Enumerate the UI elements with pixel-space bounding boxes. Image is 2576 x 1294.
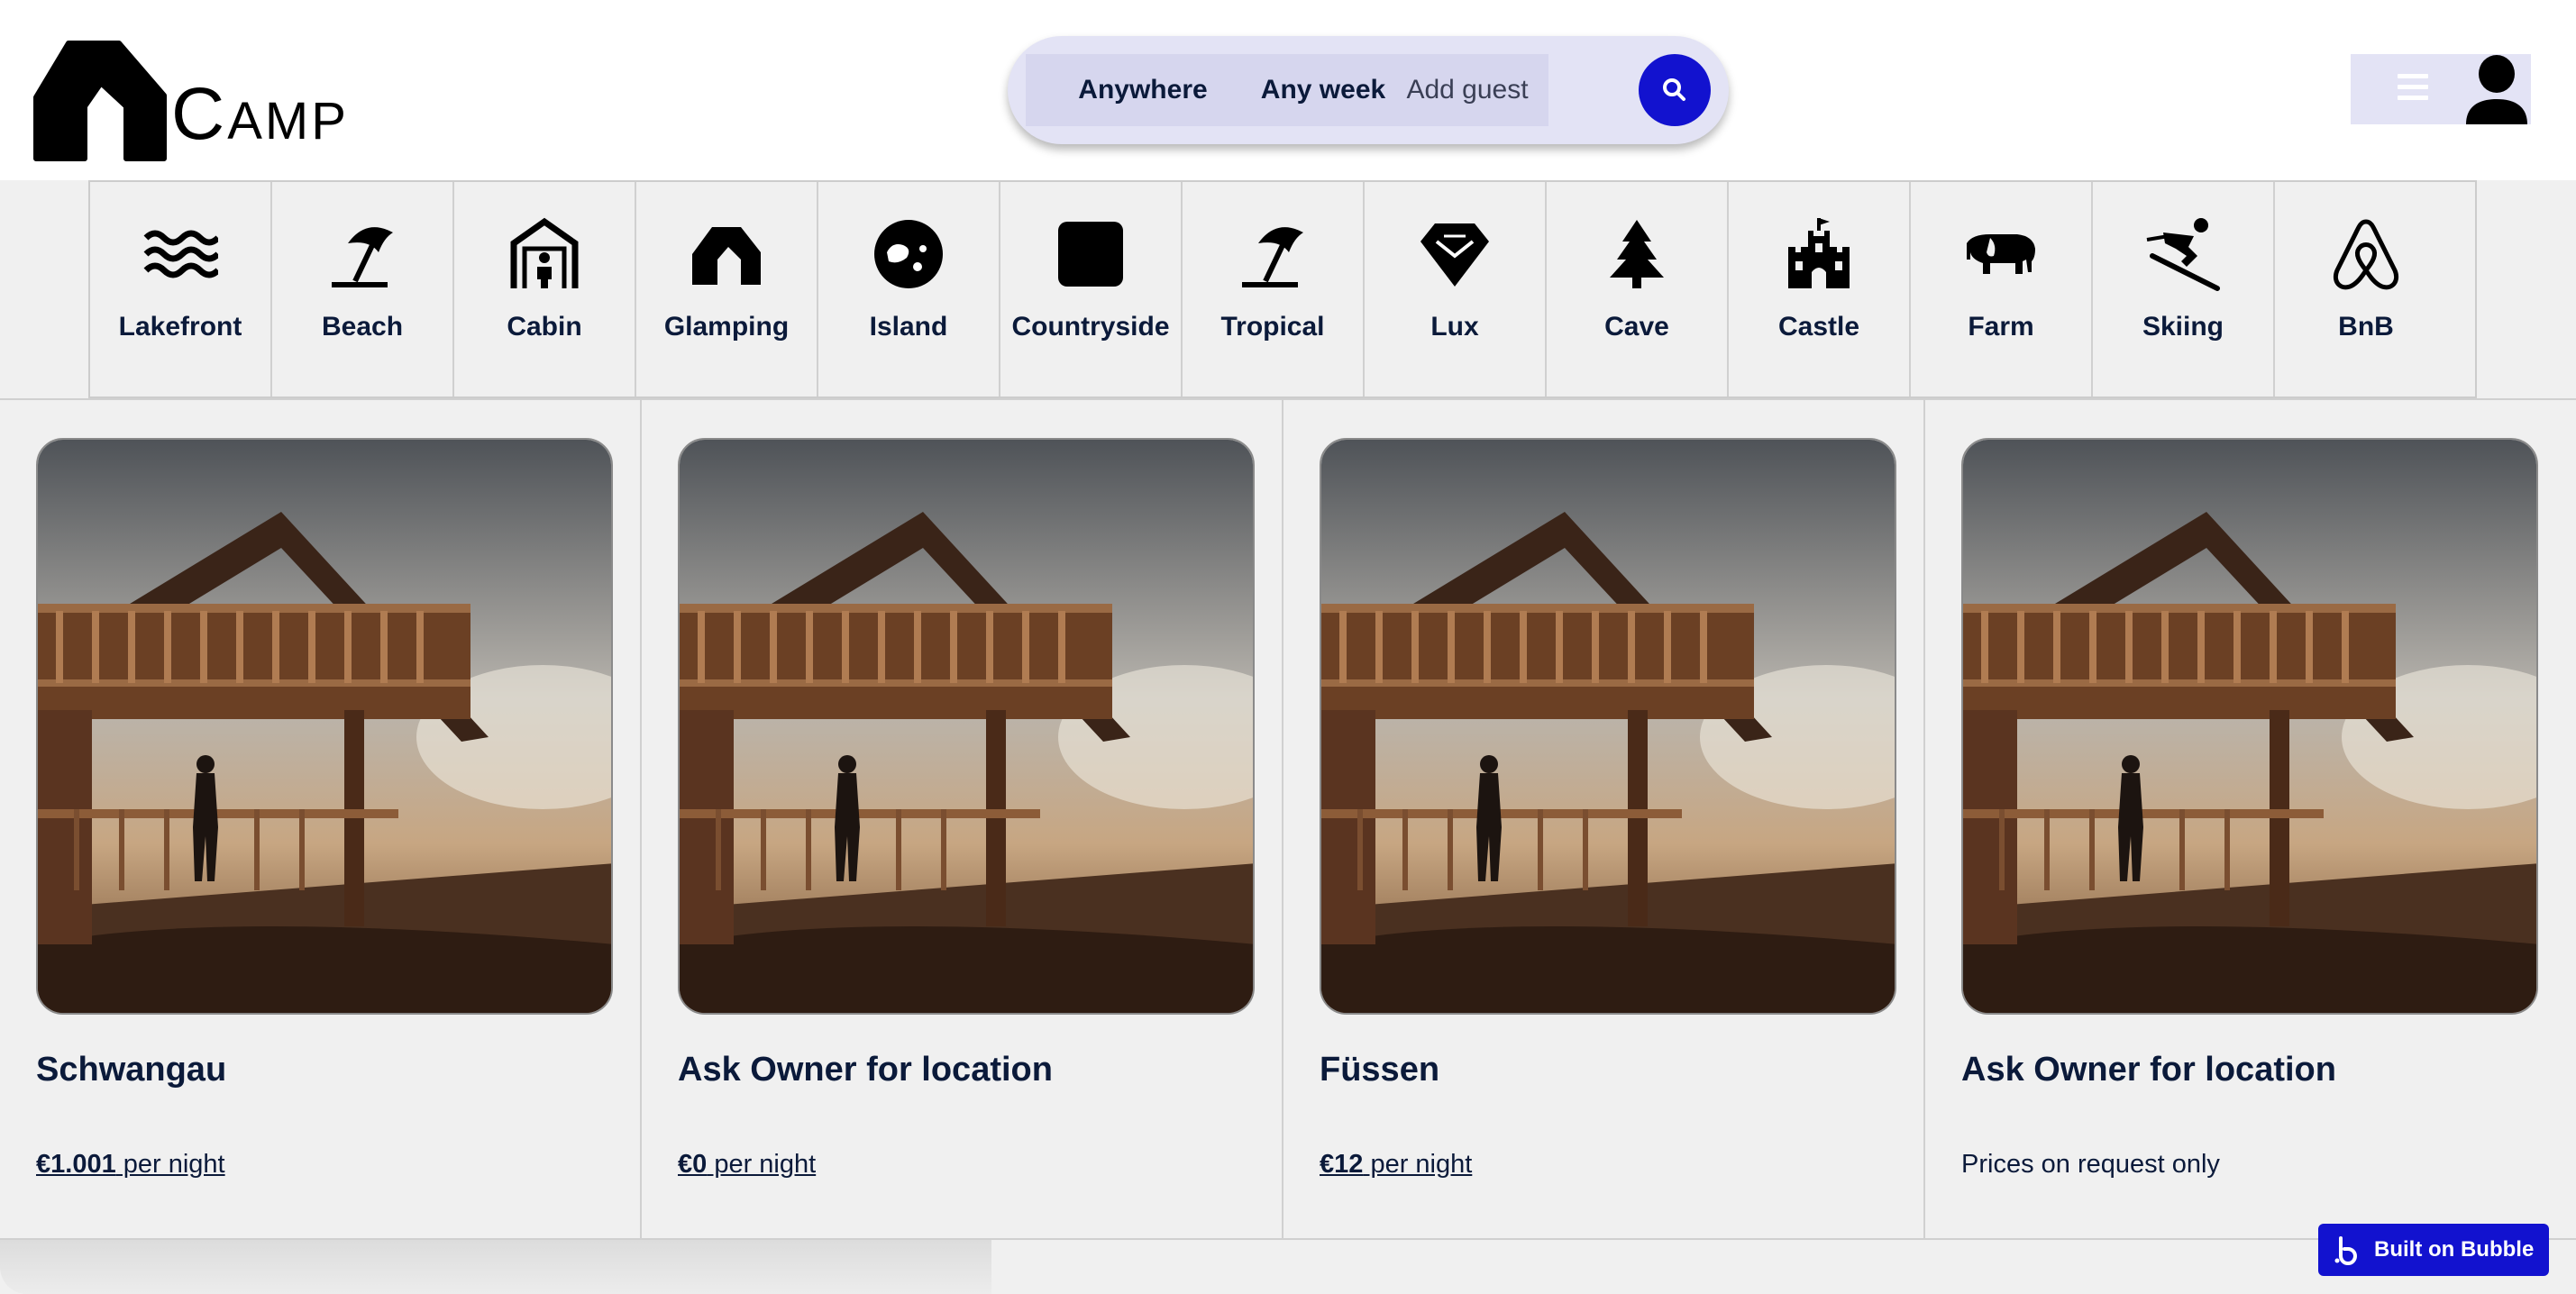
cabin-photo [1963, 440, 2536, 1013]
category-label: Countryside [1011, 312, 1170, 342]
listing-title: Füssen [1320, 1051, 1440, 1089]
header: CAMP Anywhere Any week Add guest [0, 0, 2576, 180]
logo-text: CAMP [171, 77, 349, 159]
listing-price-link[interactable]: €0 per night [678, 1150, 816, 1180]
logo-text-initial: C [171, 73, 228, 155]
listing-card[interactable]: Ask Owner for location Prices on request… [1925, 400, 2576, 1238]
category-label: Farm [1968, 312, 2034, 342]
listing-card[interactable]: Schwangau €1.001 per night [0, 400, 642, 1238]
listing-card[interactable]: Füssen €12 per night [1283, 400, 1925, 1238]
listing-title: Ask Owner for location [678, 1051, 1053, 1089]
footer-shadow [0, 1240, 991, 1294]
elephant-icon [1967, 234, 2035, 274]
cabin-photo [1321, 440, 1895, 1013]
tent-logo-icon [33, 41, 167, 161]
category-label: BnB [2338, 312, 2394, 342]
listing-price-suffix: per night [1363, 1150, 1473, 1179]
listing-title: Ask Owner for location [1961, 1051, 2336, 1089]
logo-text-rest: AMP [227, 92, 349, 150]
hamburger-icon [2398, 74, 2428, 103]
category-label: Skiing [2142, 312, 2224, 342]
footer [0, 1240, 2576, 1294]
search-bar: Anywhere Any week Add guest [1008, 36, 1729, 144]
listing-image[interactable] [678, 438, 1255, 1015]
waves-icon [143, 230, 218, 278]
cabin-photo [38, 440, 611, 1013]
category-countryside[interactable]: Countryside [1000, 182, 1183, 396]
category-bnb[interactable]: BnB [2275, 182, 2457, 396]
search-any-week-button[interactable]: Any week [1260, 54, 1386, 126]
category-label: Lakefront [118, 312, 242, 342]
cabin-icon [510, 217, 579, 288]
category-beach[interactable]: Beach [272, 182, 454, 396]
category-label: Island [869, 312, 948, 342]
listing-image[interactable] [1320, 438, 1896, 1015]
tree-icon [1610, 220, 1664, 288]
category-island[interactable]: Island [818, 182, 1000, 396]
square-icon [1058, 222, 1123, 287]
castle-icon [1788, 218, 1850, 288]
category-label: Lux [1430, 312, 1479, 342]
listing-price-suffix: per night [707, 1150, 817, 1179]
listing-image[interactable] [1961, 438, 2538, 1015]
category-label: Cave [1604, 312, 1669, 342]
search-add-guest-button[interactable]: Add guest [1386, 54, 1548, 126]
user-menu-button[interactable] [2351, 54, 2531, 124]
search-anywhere-button[interactable]: Anywhere [1026, 54, 1260, 126]
bubble-logo-icon [2334, 1236, 2357, 1265]
listing-image[interactable] [36, 438, 613, 1015]
category-farm[interactable]: Farm [1911, 182, 2093, 396]
listing-price-link[interactable]: €12 per night [1320, 1150, 1472, 1180]
listing-price-note: Prices on request only [1961, 1150, 2220, 1179]
category-label: Castle [1777, 312, 1860, 342]
listing-price-amount: €12 [1320, 1150, 1364, 1179]
category-tropical[interactable]: Tropical [1183, 182, 1365, 396]
category-bar: Lakefront Beach Cabin Glamping Island Co… [88, 180, 2477, 398]
category-label: Glamping [663, 312, 790, 342]
category-label: Tropical [1220, 312, 1325, 342]
skiing-icon [2146, 218, 2220, 291]
category-skiing[interactable]: Skiing [2093, 182, 2275, 396]
category-cave[interactable]: Cave [1547, 182, 1729, 396]
listing-price-link[interactable]: €1.001 per night [36, 1150, 225, 1180]
search-button[interactable] [1639, 54, 1711, 126]
listing-price-amount: €0 [678, 1150, 708, 1179]
badge-label: Built on Bubble [2374, 1237, 2535, 1262]
listing-card[interactable]: Ask Owner for location €0 per night [642, 400, 1283, 1238]
category-lakefront[interactable]: Lakefront [90, 182, 272, 396]
diamond-icon [1420, 223, 1489, 287]
category-castle[interactable]: Castle [1729, 182, 1911, 396]
category-cabin[interactable]: Cabin [454, 182, 636, 396]
user-avatar-icon [2466, 55, 2527, 124]
tropical-umbrella-icon [1242, 227, 1303, 287]
listings-grid: Schwangau €1.001 per night Ask Owner for… [0, 398, 2576, 1240]
listing-price-amount: €1.001 [36, 1150, 116, 1179]
island-icon [874, 220, 943, 288]
category-glamping[interactable]: Glamping [636, 182, 818, 396]
listing-price-suffix: per night [115, 1150, 225, 1179]
bnb-icon [2334, 219, 2398, 290]
listing-title: Schwangau [36, 1051, 227, 1089]
category-label: Cabin [507, 312, 582, 342]
built-on-bubble-badge[interactable]: Built on Bubble [2318, 1224, 2549, 1276]
beach-umbrella-icon [332, 227, 393, 287]
tent-icon [692, 227, 761, 285]
cabin-photo [680, 440, 1253, 1013]
category-label: Beach [321, 312, 404, 342]
logo[interactable]: CAMP [32, 27, 375, 162]
category-lux[interactable]: Lux [1365, 182, 1547, 396]
search-icon [1663, 78, 1685, 101]
